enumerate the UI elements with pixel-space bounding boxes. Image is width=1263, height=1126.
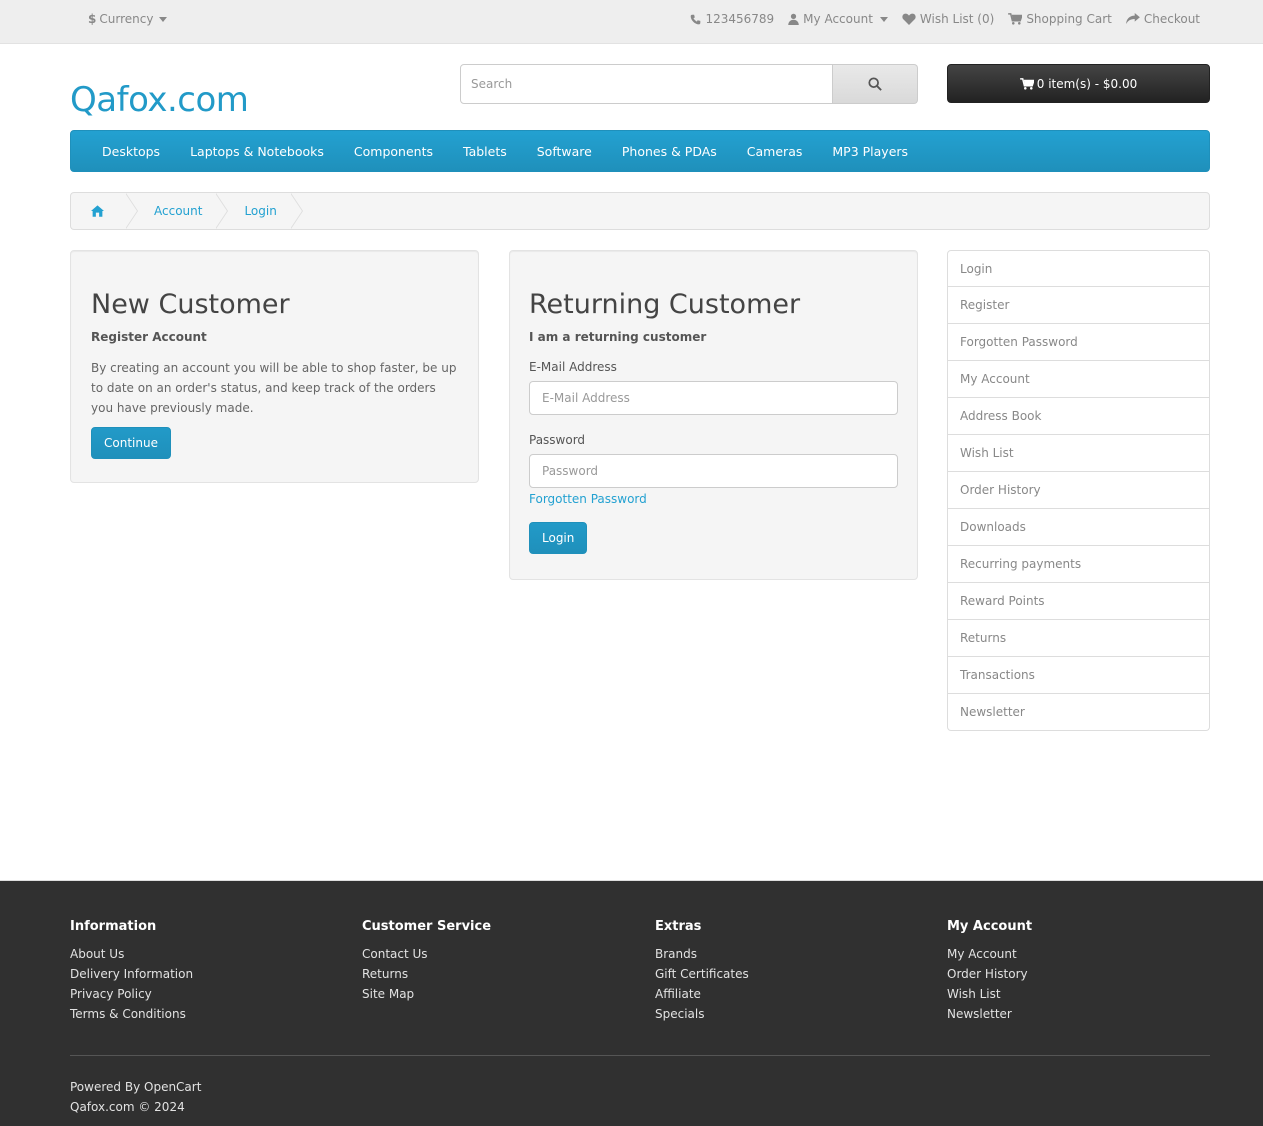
footer-link[interactable]: Contact Us [362,944,491,964]
menu-item-components[interactable]: Components [339,144,448,159]
search-icon [868,77,882,91]
site-logo[interactable]: Qafox.com [70,80,249,120]
sidebar-item-returns[interactable]: Returns [947,620,1210,657]
sidebar-item-downloads[interactable]: Downloads [947,509,1210,546]
footer-credits: Powered By OpenCart Qafox.com © 2024 [70,1077,201,1117]
footer-link[interactable]: Affiliate [655,984,749,1004]
currency-dropdown[interactable]: $ Currency [88,12,168,26]
continue-button[interactable]: Continue [91,427,171,459]
footer-link[interactable]: Newsletter [947,1004,1032,1024]
new-customer-panel: New Customer Register Account By creatin… [70,250,479,483]
opencart-link[interactable]: OpenCart [144,1080,201,1094]
chevron-down-icon [879,16,888,22]
menu-item-tablets[interactable]: Tablets [448,144,522,159]
main-menu: Desktops Laptops & Notebooks Components … [70,130,1210,172]
footer-link[interactable]: Returns [362,964,491,984]
sidebar-item-login[interactable]: Login [947,250,1210,287]
cart-button[interactable]: 0 item(s) - $0.00 [947,64,1210,103]
login-button[interactable]: Login [529,522,588,554]
phone-icon [690,14,701,25]
menu-item-software[interactable]: Software [522,144,607,159]
cart-summary: 0 item(s) - $0.00 [1036,76,1138,91]
footer-link[interactable]: Site Map [362,984,491,1004]
footer-link[interactable]: My Account [947,944,1032,964]
sidebar-item-my-account[interactable]: My Account [947,361,1210,398]
sidebar-item-transactions[interactable]: Transactions [947,657,1210,694]
menu-item-phones[interactable]: Phones & PDAs [607,144,732,159]
wish-list-label: Wish List (0) [919,12,995,26]
email-label: E-Mail Address [529,360,617,374]
sidebar-item-reward-points[interactable]: Reward Points [947,583,1210,620]
wish-list-link[interactable]: Wish List (0) [902,12,994,26]
footer-link[interactable]: About Us [70,944,193,964]
shopping-cart-label: Shopping Cart [1026,12,1112,26]
footer-divider [70,1055,1210,1056]
sidebar-item-register[interactable]: Register [947,287,1210,324]
password-field[interactable] [529,454,898,488]
footer-column-customer-service: Customer Service Contact Us Returns Site… [362,919,491,1004]
chevron-down-icon [159,16,168,22]
dollar-icon: $ [88,12,97,26]
menu-item-cameras[interactable]: Cameras [732,144,818,159]
cart-icon [1008,13,1023,25]
footer-link[interactable]: Delivery Information [70,964,193,984]
footer-link[interactable]: Wish List [947,984,1032,1004]
sidebar-item-recurring-payments[interactable]: Recurring payments [947,546,1210,583]
copyright-text: Qafox.com © 2024 [70,1100,185,1114]
footer-column-my-account: My Account My Account Order History Wish… [947,919,1032,1024]
checkout-link[interactable]: Checkout [1126,12,1200,26]
heart-icon [902,13,916,25]
footer-link[interactable]: Order History [947,964,1032,984]
footer-column-extras: Extras Brands Gift Certificates Affiliat… [655,919,749,1024]
footer-link[interactable]: Specials [655,1004,749,1024]
email-field[interactable] [529,381,898,415]
home-icon [91,205,104,217]
forgotten-password-link[interactable]: Forgotten Password [529,492,647,506]
sidebar-item-wish-list[interactable]: Wish List [947,435,1210,472]
sidebar-item-newsletter[interactable]: Newsletter [947,694,1210,731]
footer-link[interactable]: Terms & Conditions [70,1004,193,1024]
account-sidebar: Login Register Forgotten Password My Acc… [947,250,1210,731]
my-account-label: My Account [803,12,873,26]
shopping-cart-link[interactable]: Shopping Cart [1008,12,1112,26]
footer-link[interactable]: Brands [655,944,749,964]
returning-customer-title: Returning Customer [529,289,801,320]
menu-item-mp3[interactable]: MP3 Players [817,144,923,159]
footer-link[interactable]: Privacy Policy [70,984,193,1004]
password-label: Password [529,433,586,447]
returning-customer-panel: Returning Customer I am a returning cust… [509,250,918,580]
footer-column-title: Information [70,919,157,934]
sidebar-item-forgotten-password[interactable]: Forgotten Password [947,324,1210,361]
breadcrumb-account[interactable]: Account [126,193,229,229]
site-footer: Information About Us Delivery Informatio… [0,880,1263,1126]
breadcrumb: Account Login [70,192,1210,230]
footer-column-title: My Account [947,919,1033,934]
returning-customer-heading: I am a returning customer [529,330,707,344]
currency-label: Currency [99,12,154,26]
sidebar-item-address-book[interactable]: Address Book [947,398,1210,435]
phone-number: 123456789 [705,12,775,26]
breadcrumb-home[interactable] [71,193,138,229]
footer-column-title: Customer Service [362,919,492,934]
user-icon [788,13,799,25]
my-account-dropdown[interactable]: My Account [788,12,888,26]
checkout-label: Checkout [1143,12,1200,26]
new-customer-title: New Customer [91,289,290,320]
top-bar: $ Currency 123456789 My Account Wish Lis… [0,0,1263,44]
search-bar [460,64,918,104]
footer-link[interactable]: Gift Certificates [655,964,749,984]
footer-column-information: Information About Us Delivery Informatio… [70,919,193,1024]
new-customer-description: By creating an account you will be able … [91,361,457,415]
cart-icon [1019,77,1034,90]
menu-item-desktops[interactable]: Desktops [87,144,175,159]
footer-column-title: Extras [655,919,702,934]
share-icon [1126,13,1140,25]
powered-by-text: Powered By [70,1080,141,1094]
search-input[interactable] [460,64,833,104]
register-account-heading: Register Account [91,330,207,344]
sidebar-item-order-history[interactable]: Order History [947,472,1210,509]
search-button[interactable] [833,64,918,104]
phone-link[interactable]: 123456789 [690,12,774,26]
menu-item-laptops[interactable]: Laptops & Notebooks [175,144,339,159]
